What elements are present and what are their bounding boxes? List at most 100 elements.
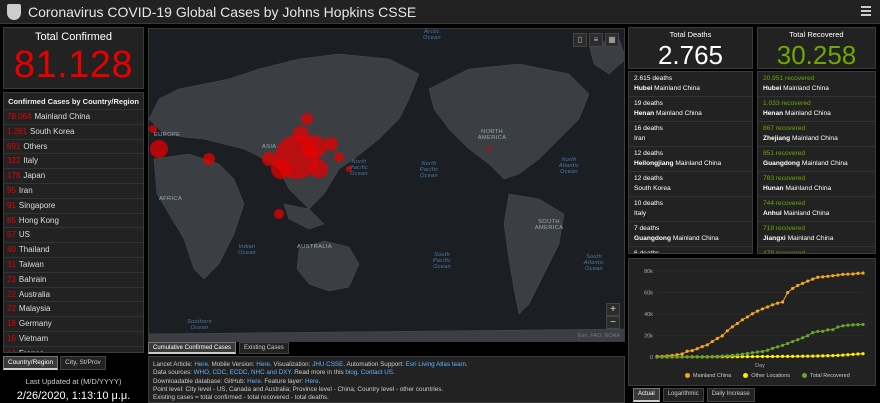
mobile-link[interactable]: Here <box>256 361 270 368</box>
tab-logarithmic[interactable]: Logarithmic <box>662 388 704 402</box>
zoom-out-button[interactable]: − <box>606 316 620 329</box>
contact-link[interactable]: Contact US <box>361 369 393 376</box>
feature-layer-link[interactable]: Here <box>305 378 319 385</box>
country-name: South Korea <box>30 126 75 136</box>
lancet-link[interactable]: Here <box>194 361 208 368</box>
list-item[interactable]: 57 US <box>4 228 143 244</box>
list-item[interactable]: 12 deaths Heilongjiang Mainland China <box>629 147 752 172</box>
info-line-5: Existing cases = total confirmed - total… <box>153 394 329 402</box>
data-point <box>831 274 835 278</box>
label-southern-ocean: Southern Ocean <box>187 319 212 331</box>
data-sources-links[interactable]: WHO, CDC, ECDC, NHC and DXY <box>194 369 291 376</box>
stat-count: 12 deaths <box>634 150 663 157</box>
esri-link[interactable]: Esri Living Atlas team <box>406 361 466 368</box>
list-item[interactable]: 16 Vietnam <box>4 332 143 347</box>
data-point <box>861 322 865 327</box>
confirmed-count: 322 <box>7 156 21 166</box>
list-item[interactable]: 22 Malaysia <box>4 302 143 318</box>
bubble-japan <box>334 152 344 162</box>
app-header: Coronavirus COVID-19 Global Cases by Joh… <box>0 0 880 24</box>
stat-location: Hubei Mainland China <box>763 84 829 92</box>
list-item[interactable]: 867 recovered Zhejiang Mainland China <box>758 122 875 147</box>
list-item[interactable]: 23 Bahrain <box>4 273 143 288</box>
data-point <box>710 339 714 344</box>
list-item[interactable]: 22 Australia <box>4 288 143 303</box>
list-item[interactable]: 18 Germany <box>4 317 143 332</box>
stat-count: 867 recovered <box>763 125 806 132</box>
data-point <box>801 354 805 358</box>
blog-link[interactable]: blog <box>345 369 357 376</box>
data-point <box>755 354 760 359</box>
tab-cumulative-confirmed[interactable]: Cumulative Confirmed Cases <box>148 342 237 354</box>
tab-daily-increase[interactable]: Daily Increase <box>706 388 755 402</box>
tab-city-state[interactable]: City, St/Prov <box>60 356 106 370</box>
stat-location: South Korea <box>634 184 671 192</box>
bubble-zhejiang <box>310 160 328 178</box>
africa-shape <box>153 153 245 280</box>
zoom-in-button[interactable]: + <box>606 303 620 316</box>
bookmark-icon[interactable]: ▯ <box>573 33 587 47</box>
list-item[interactable]: 719 recovered Jiangxi Mainland China <box>758 222 875 247</box>
legend-other[interactable]: Other Locations <box>743 373 790 379</box>
list-item[interactable]: 1.033 recovered Henan Mainland China <box>758 97 875 122</box>
list-item[interactable]: 1.261 South Korea <box>4 125 143 140</box>
list-item[interactable]: 31 Taiwan <box>4 258 143 273</box>
list-item[interactable]: 20.951 recovered Hubei Mainland China <box>758 72 875 97</box>
data-point <box>770 303 775 307</box>
list-item[interactable]: 6 deathsAnhui Mainland China <box>629 247 752 253</box>
list-icon[interactable]: ≡ <box>589 33 603 47</box>
data-point <box>750 354 755 359</box>
data-point <box>831 354 835 358</box>
list-item[interactable]: 16 deaths Iran <box>629 122 752 147</box>
data-point <box>665 355 669 359</box>
github-link[interactable]: Here <box>247 378 261 385</box>
jhu-link[interactable]: JHU CSSE <box>312 361 343 368</box>
list-item[interactable]: 19 deaths Henan Mainland China <box>629 97 752 122</box>
tab-country-region[interactable]: Country/Region <box>3 356 59 370</box>
map-canvas <box>149 38 624 341</box>
data-point <box>846 272 850 276</box>
label-australia: AUSTRALIA <box>297 244 332 250</box>
list-item[interactable]: 91 Singapore <box>4 199 143 214</box>
list-item[interactable]: 7 deaths Guangdong Mainland China <box>629 222 752 247</box>
list-item[interactable]: 14France <box>4 347 143 352</box>
data-point <box>750 351 755 355</box>
list-item[interactable]: 178 Japan <box>4 169 143 184</box>
total-deaths-panel: Total Deaths 2.765 <box>628 27 753 69</box>
info-line-3: Downloadable database: GitHub: Here. Fea… <box>153 377 321 385</box>
list-item[interactable]: 95 Iran <box>4 184 143 199</box>
list-item[interactable]: 2.615 deaths Hubei Mainland China <box>629 72 752 97</box>
tab-existing-cases[interactable]: Existing Cases <box>239 342 289 354</box>
list-item[interactable]: 783 recovered Hunan Mainland China <box>758 172 875 197</box>
list-item[interactable]: 744 recovered Anhui Mainland China <box>758 197 875 222</box>
list-item[interactable]: 85 Hong Kong <box>4 214 143 229</box>
label-europe: EUROPE <box>154 132 181 138</box>
list-item[interactable]: 10 deaths Italy <box>629 197 752 222</box>
data-point <box>811 330 815 335</box>
list-item[interactable]: 322 Italy <box>4 154 143 170</box>
list-item[interactable]: 478 recoveredJiangsu Mainland China <box>758 247 875 253</box>
data-point <box>851 272 855 276</box>
list-item[interactable]: 78.064 Mainland China <box>4 110 143 125</box>
grid-icon[interactable]: ▦ <box>605 33 619 47</box>
legend-recovered[interactable]: Total Recovered <box>802 373 850 379</box>
world-map[interactable]: EUROPE ASIA AFRICA AUSTRALIA NORTH AMERI… <box>148 28 625 342</box>
data-point <box>826 274 830 278</box>
data-point <box>811 277 815 281</box>
confirmed-count: 31 <box>7 259 16 269</box>
total-recovered-label: Total Recovered <box>789 30 844 39</box>
data-point <box>786 341 790 346</box>
legend-mainland[interactable]: Mainland China <box>685 373 731 379</box>
list-item[interactable]: 40 Thailand <box>4 243 143 258</box>
list-item[interactable]: 12 deaths South Korea <box>629 172 752 197</box>
country-name: Australia <box>18 289 51 299</box>
country-name: Others <box>23 141 48 151</box>
data-point <box>700 355 704 359</box>
data-point <box>670 355 674 359</box>
data-point <box>715 336 719 341</box>
tab-actual[interactable]: Actual <box>633 388 660 402</box>
data-point <box>806 354 810 358</box>
list-item[interactable]: 851 recovered Guangdong Mainland China <box>758 147 875 172</box>
list-item[interactable]: 691 Others <box>4 140 143 155</box>
menu-icon[interactable] <box>861 6 871 16</box>
